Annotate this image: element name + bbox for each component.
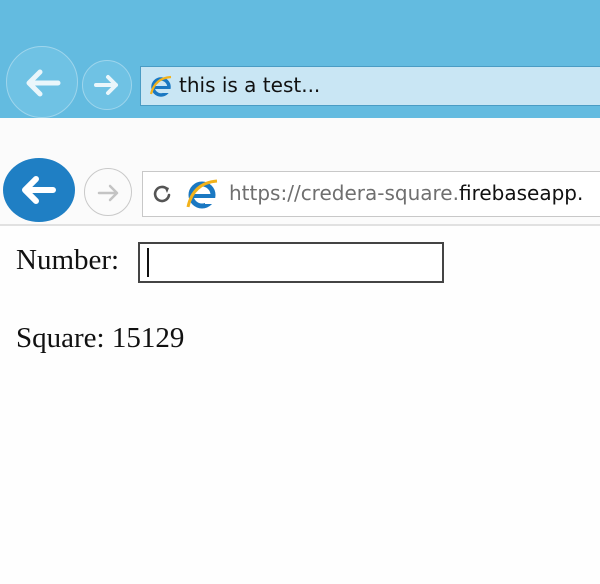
back-arrow-icon bbox=[22, 176, 56, 204]
inner-forward-button[interactable] bbox=[84, 168, 132, 216]
url-domain: firebaseapp. bbox=[458, 181, 584, 205]
tab-title: this is a test... bbox=[179, 73, 321, 97]
number-row: Number: bbox=[16, 240, 476, 284]
url-text: https://credera-square.firebaseapp. bbox=[229, 181, 583, 205]
number-input[interactable] bbox=[138, 242, 444, 283]
toolbar-divider bbox=[0, 224, 600, 226]
square-result: Square: 15129 bbox=[16, 322, 185, 354]
internet-explorer-icon bbox=[149, 74, 173, 102]
internet-explorer-icon bbox=[185, 177, 219, 215]
inner-back-button[interactable] bbox=[3, 158, 75, 222]
text-caret bbox=[147, 248, 149, 277]
outer-forward-button[interactable] bbox=[82, 60, 132, 110]
url-prefix: https://credera-square. bbox=[229, 181, 459, 205]
refresh-icon[interactable] bbox=[151, 183, 173, 209]
inner-address-bar[interactable]: https://credera-square.firebaseapp. bbox=[142, 171, 600, 217]
forward-arrow-icon bbox=[97, 184, 119, 202]
outer-back-button[interactable] bbox=[6, 46, 78, 118]
forward-arrow-icon bbox=[94, 75, 118, 95]
number-label: Number: bbox=[16, 244, 120, 276]
outer-address-bar[interactable]: this is a test... bbox=[140, 66, 600, 106]
back-arrow-icon bbox=[26, 69, 61, 97]
